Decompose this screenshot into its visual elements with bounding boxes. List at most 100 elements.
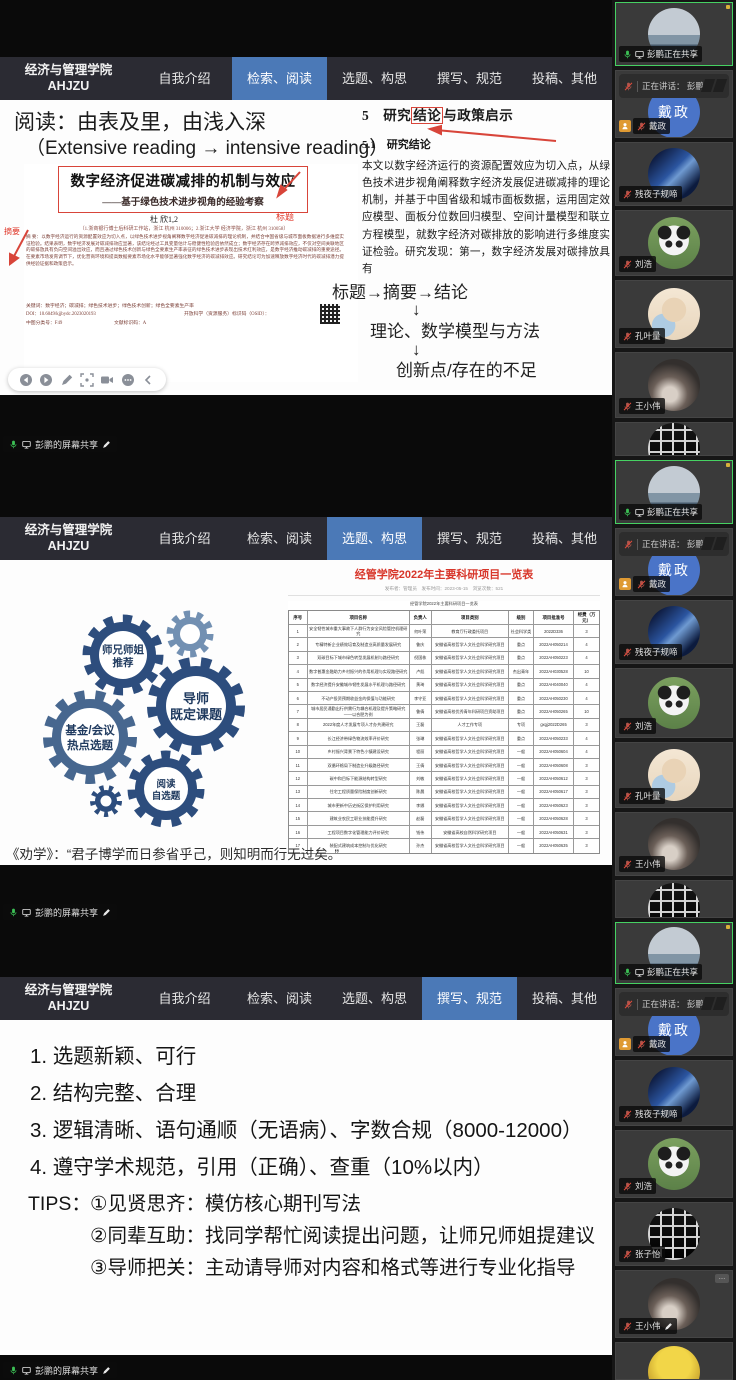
- screen-share-icon: [22, 908, 31, 917]
- paper-abstract: 摘 要：以数字经济运行的资源配置效应为切入点，以绿色技术进步视角阐释数字经济促进…: [26, 234, 344, 267]
- mic-muted-icon: [623, 190, 632, 199]
- td: 一般: [509, 772, 534, 784]
- tab-search-reading[interactable]: 检索、阅读: [232, 977, 327, 1020]
- td: 2022AH050230: [534, 692, 574, 704]
- td: 安徽省高校哲学人文社会科学研究项目: [432, 812, 510, 824]
- paper-doi: DOI：10.6049/kjjbydc.2023020193: [26, 310, 96, 317]
- participant-tile-liuhao[interactable]: 刘浩: [615, 1130, 733, 1198]
- tab-writing-norms[interactable]: 撰写、规范: [422, 977, 517, 1020]
- participant-tile-kongye[interactable]: 孔叶量: [615, 742, 733, 808]
- participant-tile-canye[interactable]: 残夜子规啼: [615, 1060, 733, 1126]
- th: 序号: [289, 611, 308, 624]
- back-icon[interactable]: [19, 373, 33, 387]
- pencil-icon[interactable]: [102, 440, 111, 449]
- participant-tile-liuhao[interactable]: 刘浩: [615, 210, 733, 276]
- participant-tile-partial[interactable]: [615, 422, 733, 456]
- play-icon[interactable]: [39, 373, 53, 387]
- screen-share-badge: 彭鹏的屏幕共享: [3, 436, 117, 452]
- participant-tile-canye[interactable]: 残夜子规啼: [615, 600, 733, 664]
- td: 3: [574, 826, 599, 838]
- participant-tile-daizheng[interactable]: 正在讲话： 彭鹏； 戴政 戴政: [615, 70, 733, 138]
- participant-tile-kongye[interactable]: 孔叶量: [615, 280, 733, 348]
- td: 2022AH050628: [534, 812, 574, 824]
- divider: [637, 999, 638, 1010]
- participant-name: 戴政: [649, 1038, 666, 1050]
- td: 重点: [509, 638, 534, 650]
- svg-text:推荐: 推荐: [113, 656, 134, 669]
- td: 数字普惠金融助力乡村振兴的作用机理与实现路径研究: [308, 665, 410, 677]
- td: 安徽省高校哲学人文社会科学研究项目: [432, 772, 510, 784]
- tab-search-reading[interactable]: 检索、阅读: [232, 517, 327, 560]
- td: 安徽省高校哲学人文社会科学研究项目: [432, 652, 510, 664]
- td: 2022AH050604: [534, 746, 574, 758]
- tab-self-intro[interactable]: 自我介绍: [137, 57, 232, 100]
- pencil-icon[interactable]: [102, 908, 111, 917]
- participant-tile-sharer[interactable]: 彭鹏正在共享: [615, 460, 733, 524]
- participant-tile-partial[interactable]: [615, 880, 733, 918]
- participant-tile-canye[interactable]: 残夜子规啼: [615, 142, 733, 206]
- mic-muted-icon: [623, 722, 632, 731]
- mic-muted-icon: [637, 1040, 646, 1049]
- pencil-icon[interactable]: [102, 1366, 111, 1375]
- school-name-en: AHJZU: [48, 999, 90, 1015]
- td: 卢彪: [410, 665, 432, 677]
- participant-tile-daizheng[interactable]: 正在讲话： 彭鹏； 戴政 戴政: [615, 988, 733, 1056]
- participant-tile-partial[interactable]: [615, 1342, 733, 1380]
- tab-self-intro[interactable]: 自我介绍: [137, 517, 232, 560]
- paper-conclusion-column: 5 研究结论与政策启示 5.1 研究结论 本文以数字经济运行的资源配置效应为切入…: [362, 104, 610, 278]
- participant-tile-wangxiaowei[interactable]: 王小伟: [615, 352, 733, 418]
- annotation-abstract-label: 摘要: [4, 226, 20, 237]
- th: 负责人: [410, 611, 432, 624]
- tab-submission-other[interactable]: 投稿、其他: [517, 517, 612, 560]
- school-name: 经济与管理学院 AHJZU: [0, 517, 137, 560]
- td: 16: [289, 826, 308, 838]
- td: 王倩: [410, 759, 432, 771]
- td: 2: [289, 638, 308, 650]
- paper-thumbnail: 数字经济促进碳减排的机制与效应 ——基于绿色技术进步视角的经验考察 标题 杜 欣…: [24, 164, 358, 382]
- school-name-cn: 经济与管理学院: [25, 523, 113, 539]
- td: 双循环格局下制造业升级路径研究: [308, 759, 410, 771]
- td: 专项: [509, 719, 534, 731]
- tab-writing-norms[interactable]: 撰写、规范: [422, 57, 517, 100]
- tab-submission-other[interactable]: 投稿、其他: [517, 977, 612, 1020]
- td: 2022AH050635: [534, 839, 574, 852]
- decor-shape: [713, 79, 727, 92]
- more-icon[interactable]: [121, 373, 135, 387]
- screen-share-icon: [22, 1366, 31, 1375]
- tab-submission-other[interactable]: 投稿、其他: [517, 57, 612, 100]
- svg-text:基金/会议: 基金/会议: [64, 723, 115, 737]
- tab-self-intro[interactable]: 自我介绍: [137, 977, 232, 1020]
- share-badge-label: 彭鹏的屏幕共享: [35, 906, 98, 919]
- td: 9: [289, 732, 308, 744]
- tab-writing-norms[interactable]: 撰写、规范: [422, 517, 517, 560]
- participant-name: 王小伟: [635, 400, 661, 412]
- td: 鲁庆: [410, 638, 432, 650]
- video-icon[interactable]: [100, 373, 114, 387]
- tab-topic-idea[interactable]: 选题、构思: [327, 977, 422, 1020]
- list-item: 3. 逻辑清晰、语句通顺（无语病）、字数合规（8000-12000）: [30, 1112, 582, 1149]
- participant-tile-sharer[interactable]: 彭鹏正在共享: [615, 2, 733, 66]
- participant-tile-sharer[interactable]: 彭鹏正在共享: [615, 922, 733, 984]
- participant-name: 彭鹏正在共享: [647, 48, 698, 60]
- pencil-icon[interactable]: [664, 1322, 673, 1331]
- tab-topic-idea[interactable]: 选题、构思: [327, 517, 422, 560]
- participant-tile-wangxiaowei[interactable]: 王小伟: [615, 812, 733, 876]
- tab-topic-idea[interactable]: 选题、构思: [327, 57, 422, 100]
- collapse-icon[interactable]: [141, 373, 155, 387]
- td: 赵磊: [410, 812, 432, 824]
- tab-search-reading[interactable]: 检索、阅读: [232, 57, 327, 100]
- gear-small-light: [170, 614, 210, 654]
- pencil-icon[interactable]: [60, 373, 74, 387]
- participant-tile-daizheng[interactable]: 正在讲话： 彭鹏； 戴政 戴政: [615, 528, 733, 596]
- td: 倪国栋: [410, 652, 432, 664]
- more-options-badge[interactable]: …: [715, 1274, 729, 1283]
- td: 4: [574, 746, 599, 758]
- td: 长江经济带绿色物流效率评价研究: [308, 732, 410, 744]
- td: 一般: [509, 839, 534, 852]
- participant-tile-zhangziyi[interactable]: 张子怡: [615, 1202, 733, 1266]
- td: 8: [289, 719, 308, 731]
- participant-tile-liuhao[interactable]: 刘浩: [615, 668, 733, 738]
- decor-shape: [713, 537, 727, 550]
- participant-tile-wangxiaowei[interactable]: … 王小伟: [615, 1270, 733, 1338]
- scan-icon[interactable]: [80, 373, 94, 387]
